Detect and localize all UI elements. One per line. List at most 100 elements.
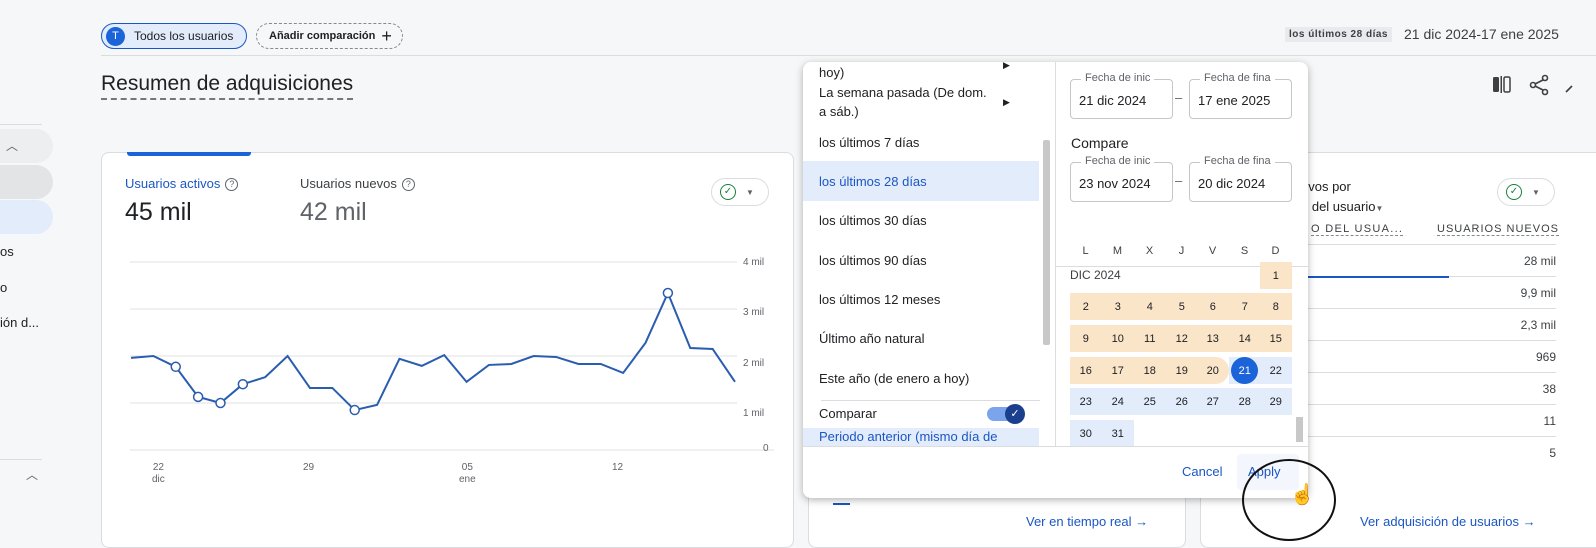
comparison-status-dropdown[interactable]: ✓ ▼ — [1497, 178, 1555, 206]
data-point[interactable] — [237, 378, 249, 390]
calendar-day[interactable]: 21 — [1229, 357, 1261, 384]
compare-toggle[interactable]: ✓ — [987, 404, 1025, 424]
cancel-button[interactable]: Cancel — [1182, 464, 1222, 479]
calendar-day[interactable]: 26 — [1166, 388, 1198, 415]
day-number: 3 — [1114, 300, 1121, 313]
add-comparison-button[interactable]: Añadir comparación + — [256, 23, 403, 49]
calendar-day[interactable]: 13 — [1197, 325, 1229, 352]
calendar-day[interactable]: 17 — [1102, 357, 1134, 384]
day-number: 25 — [1143, 395, 1156, 408]
table-cell-new-users: 5 — [1549, 446, 1556, 460]
calendar-day[interactable]: 5 — [1166, 293, 1198, 320]
day-number: 13 — [1206, 332, 1219, 345]
x-tick: 12 — [612, 462, 624, 473]
view-realtime-link[interactable]: Ver en tiempo real → — [1026, 514, 1148, 529]
date-range-label[interactable]: los últimos 28 días — [1285, 27, 1392, 42]
dimension-label: o del usuario — [1301, 199, 1376, 214]
field-value: 17 ene 2025 — [1198, 93, 1271, 108]
divider — [1055, 62, 1056, 446]
calendar-day[interactable]: 22 — [1260, 357, 1292, 384]
range-option[interactable]: La semana pasada (De dom. a sáb.) — [803, 81, 993, 121]
field-label: Fecha de inic — [1081, 72, 1155, 84]
calendar-day[interactable]: 28 — [1229, 388, 1261, 415]
day-number: 21 — [1231, 357, 1259, 384]
calendar-day[interactable]: 15 — [1260, 325, 1292, 352]
calendar-day[interactable]: 27 — [1197, 388, 1229, 415]
sidebar-item[interactable]: o — [0, 280, 7, 295]
range-option[interactable]: los últimos 28 días — [803, 161, 1039, 201]
column-header-dimension[interactable]: O DEL USUA... — [1311, 223, 1404, 236]
calendar-day[interactable]: 23 — [1070, 388, 1102, 415]
calendar-day[interactable]: 12 — [1166, 325, 1198, 352]
add-comparison-label: Añadir comparación — [269, 30, 376, 42]
options-scrollbar[interactable] — [1043, 140, 1050, 345]
calendar-day[interactable]: 19 — [1166, 357, 1198, 384]
compare-period-option[interactable]: Periodo anterior (mismo día de — [803, 428, 1039, 446]
range-dash: – — [1175, 90, 1183, 105]
y-tick: 1 mil — [743, 408, 765, 419]
calendar-day[interactable]: 3 — [1102, 293, 1134, 320]
day-number: 1 — [1272, 269, 1279, 282]
y-tick: 3 mil — [743, 307, 765, 318]
share-icon[interactable] — [1529, 74, 1549, 96]
chevron-up-icon[interactable]: ︿ — [26, 466, 38, 483]
view-user-acquisition-link[interactable]: Ver adquisición de usuarios → — [1360, 514, 1536, 529]
x-tick-month: dic — [152, 474, 165, 485]
range-option[interactable]: los últimos 7 días — [803, 122, 1039, 162]
sidebar-section-header[interactable]: ︿ — [0, 129, 53, 163]
x-tick: 29 — [303, 462, 315, 473]
table-cell-new-users: 2,3 mil — [1520, 318, 1556, 332]
range-option[interactable]: los últimos 30 días — [803, 200, 1039, 240]
calendar-day[interactable]: 25 — [1134, 388, 1166, 415]
range-option[interactable]: Este año (de enero a hoy) — [803, 358, 1039, 398]
day-number: 20 — [1206, 364, 1219, 377]
page-title: Resumen de adquisiciones — [101, 72, 354, 100]
calendar-day[interactable]: 14 — [1229, 325, 1261, 352]
calendar-day[interactable]: 30 — [1070, 420, 1102, 447]
calendar-day[interactable]: 18 — [1134, 357, 1166, 384]
calendar-day[interactable]: 24 — [1102, 388, 1134, 415]
sidebar-item-active[interactable] — [0, 200, 53, 234]
sidebar-item[interactable]: os — [0, 244, 14, 259]
data-point[interactable] — [192, 391, 204, 403]
data-point[interactable] — [349, 404, 360, 416]
date-range-button[interactable]: 21 dic 2024-17 ene 2025 — [1404, 26, 1559, 42]
calendar-scrollbar[interactable] — [1296, 417, 1303, 442]
toolbar-icons — [1493, 74, 1573, 96]
calendar-day[interactable]: 8 — [1260, 293, 1292, 320]
range-option[interactable]: Último año natural — [803, 318, 1039, 358]
sidebar-item[interactable]: ión d... — [0, 315, 39, 330]
calendar-day[interactable]: 31 — [1102, 420, 1134, 447]
x-tick-day: 05 — [461, 462, 473, 473]
day-number: 8 — [1272, 300, 1279, 313]
day-number: 14 — [1238, 332, 1251, 345]
data-point[interactable] — [662, 287, 674, 299]
calendar-day[interactable]: 11 — [1134, 325, 1166, 352]
calendar-day[interactable]: 10 — [1102, 325, 1134, 352]
day-number: 28 — [1238, 395, 1251, 408]
x-tick: 05 ene — [459, 462, 476, 486]
column-header-new-users[interactable]: USUARIOS NUEVOS — [1437, 223, 1559, 236]
calendar-day[interactable]: 2 — [1070, 293, 1102, 320]
start-date-field[interactable]: Fecha de inic 21 dic 2024 — [1070, 72, 1173, 119]
calendar-day[interactable]: 16 — [1070, 357, 1102, 384]
calendar-day[interactable]: 20 — [1197, 357, 1229, 384]
data-point[interactable] — [215, 397, 226, 409]
data-point[interactable] — [170, 361, 181, 373]
compare-end-date-field[interactable]: Fecha de fina 20 dic 2024 — [1189, 155, 1292, 202]
dimension-dropdown[interactable]: o del usuario▼ — [1301, 199, 1383, 214]
compare-view-icon[interactable] — [1493, 76, 1511, 93]
range-option[interactable]: los últimos 90 días — [803, 240, 1039, 280]
end-date-field[interactable]: Fecha de fina 17 ene 2025 — [1189, 72, 1292, 119]
range-option[interactable]: los últimos 12 meses — [803, 279, 1039, 319]
calendar-day[interactable]: 29 — [1260, 388, 1292, 415]
calendar-day[interactable]: 1 — [1260, 262, 1292, 289]
sidebar-item[interactable] — [0, 165, 53, 199]
calendar-day[interactable]: 4 — [1134, 293, 1166, 320]
compare-start-date-field[interactable]: Fecha de inic 23 nov 2024 — [1070, 155, 1173, 202]
insights-icon[interactable] — [1565, 85, 1573, 93]
calendar-day[interactable]: 9 — [1070, 325, 1102, 352]
calendar-day[interactable]: 6 — [1197, 293, 1229, 320]
segment-chip-all-users[interactable]: T Todos los usuarios — [101, 23, 247, 49]
calendar-day[interactable]: 7 — [1229, 293, 1261, 320]
